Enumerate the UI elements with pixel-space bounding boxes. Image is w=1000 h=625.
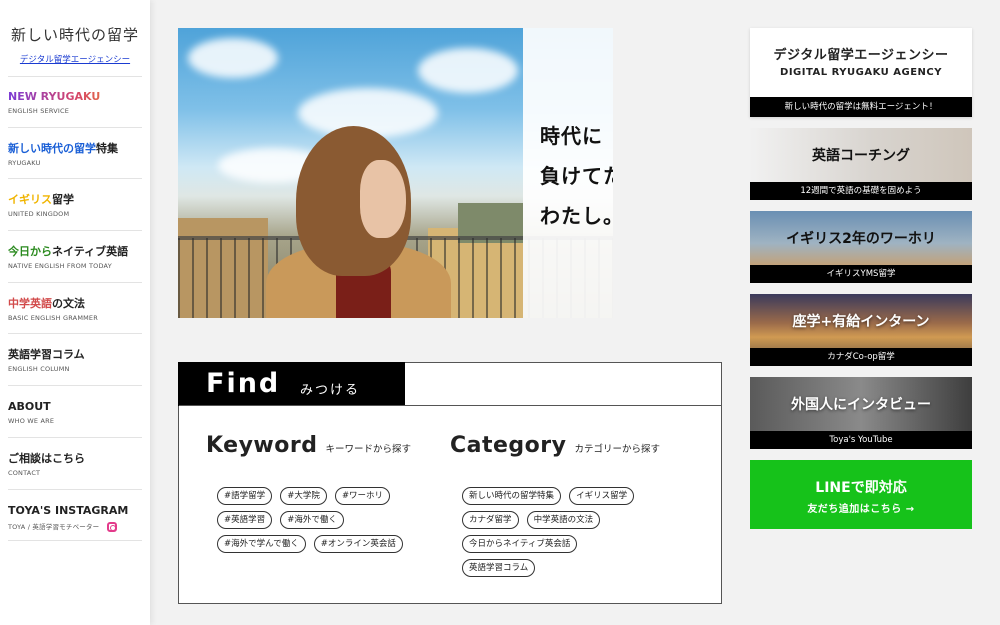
find-title: Find <box>206 368 281 399</box>
coop-banner[interactable]: 座学+有給インターン カナダCo-op留学 <box>750 294 972 366</box>
sidebar-item-uk[interactable]: イギリス留学 UNITED KINGDOM <box>8 179 142 232</box>
category-tag[interactable]: イギリス留学 <box>569 487 635 505</box>
sidebar-item-contact[interactable]: ご相談はこちら CONTACT <box>8 438 142 490</box>
sidebar-item-label: ご相談はこちら <box>8 451 85 465</box>
sidebar-item-about[interactable]: ABOUT WHO WE ARE <box>8 386 142 438</box>
sidebar-item-label: ABOUT <box>8 400 51 414</box>
keyword-tag[interactable]: #英語学習 <box>217 511 273 529</box>
category-tag[interactable]: 新しい時代の留学特集 <box>462 487 562 505</box>
sidebar-item-sub: ENGLISH SERVICE <box>8 107 70 115</box>
sidebar-item-label: 今日からネイティブ英語 <box>8 245 129 259</box>
keyword-tag[interactable]: #海外で学んで働く <box>217 535 306 553</box>
sidebar-item-sub: TOYA / 英語学習モチベーター <box>8 521 142 532</box>
keyword-tag[interactable]: #語学留学 <box>217 487 273 505</box>
sidebar-item-column[interactable]: 英語学習コラム ENGLISH COLUMN <box>8 334 142 387</box>
sidebar-item-sub: WHO WE ARE <box>8 417 55 426</box>
banner-caption: カナダCo-op留学 <box>750 348 972 366</box>
keyword-tag[interactable]: #大学院 <box>280 487 327 505</box>
line-button-sub: 友だち追加はこちら → <box>807 504 915 515</box>
keyword-tag[interactable]: #オンライン英会話 <box>313 535 403 553</box>
sidebar-item-label: イギリス留学 <box>8 193 74 207</box>
sidebar-item-sub: UNITED KINGDOM <box>8 210 70 219</box>
category-tag[interactable]: 英語学習コラム <box>462 559 536 577</box>
sidebar-item-label: 中学英語の文法 <box>8 296 85 310</box>
line-add-friend-button[interactable]: LINEで即対応 友だち追加はこちら → <box>750 460 972 529</box>
hero-person-face <box>360 160 406 238</box>
coaching-banner[interactable]: 英語コーチング 12週間で英語の基礎を固めよう <box>750 128 972 200</box>
right-column: デジタル留学エージェンシー DIGITAL RYUGAKU AGENCY 新しい… <box>750 28 972 529</box>
keyword-tag[interactable]: #ワーホリ <box>334 487 391 505</box>
divider <box>179 405 721 406</box>
find-section: Find みつける Keyword キーワードから探す #語学留学 #大学院 #ワ… <box>178 362 722 604</box>
sidebar-item-sub: BASIC ENGLISH GRAMMER <box>8 313 98 322</box>
sidebar-item-sub: ENGLISH COLUMN <box>8 365 70 374</box>
hero-banner[interactable]: 時代に 負けてたまるか わたし。 <box>178 28 613 318</box>
find-header: Find みつける <box>178 362 405 406</box>
sidebar-nav: NEW RYUGAKU ENGLISH SERVICE 新しい時代の留学特集 R… <box>8 76 142 542</box>
category-tag[interactable]: 中学英語の文法 <box>526 511 601 529</box>
keyword-tags: #語学留学 #大学院 #ワーホリ #英語学習 #海外で働く #海外で学んで働く … <box>217 483 406 555</box>
sidebar-item-instagram[interactable]: TOYA'S INSTAGRAM TOYA / 英語学習モチベーター <box>8 490 142 542</box>
sidebar-item-ryugaku[interactable]: 新しい時代の留学特集 RYUGAKU <box>8 128 142 180</box>
banner-title: イギリス2年のワーホリ <box>786 231 936 247</box>
sidebar-item-sub: RYUGAKU <box>8 158 41 167</box>
agency-banner[interactable]: デジタル留学エージェンシー DIGITAL RYUGAKU AGENCY 新しい… <box>750 28 972 117</box>
agency-title: デジタル留学エージェンシー <box>773 48 949 63</box>
banner-title: 英語コーチング <box>812 148 910 164</box>
hero-tagline: 時代に 負けてたまるか わたし。 <box>540 124 613 228</box>
line-button-title: LINEで即対応 <box>815 480 907 496</box>
banner-caption: イギリスYMS留学 <box>750 265 972 283</box>
find-subtitle: みつける <box>300 383 361 398</box>
hero-cloud <box>188 38 278 78</box>
category-tag[interactable]: カナダ留学 <box>462 511 519 529</box>
interview-banner[interactable]: 外国人にインタビュー Toya's YouTube <box>750 377 972 449</box>
sidebar-item-label: TOYA'S INSTAGRAM <box>8 503 129 517</box>
banner-caption: Toya's YouTube <box>750 431 972 449</box>
banner-caption: 12週間で英語の基礎を固めよう <box>750 182 972 200</box>
sidebar-item-label: 新しい時代の留学特集 <box>8 141 118 155</box>
agency-caption: 新しい時代の留学は無料エージェント！ <box>750 97 972 117</box>
category-tag[interactable]: 今日からネイティブ英会話 <box>462 535 578 553</box>
sidebar-item-native-english[interactable]: 今日からネイティブ英語 NATIVE ENGLISH FROM TODAY <box>8 231 142 283</box>
category-tags: 新しい時代の留学特集 イギリス留学 カナダ留学 中学英語の文法 今日からネイティ… <box>462 483 637 579</box>
sidebar-item-new-ryugaku[interactable]: NEW RYUGAKU ENGLISH SERVICE <box>8 76 142 128</box>
sidebar-item-sub: CONTACT <box>8 468 41 477</box>
instagram-icon[interactable] <box>107 521 118 532</box>
sidebar-item-label: 英語学習コラム <box>8 348 85 362</box>
sidebar-item-grammar[interactable]: 中学英語の文法 BASIC ENGLISH GRAMMER <box>8 283 142 335</box>
sidebar-item-label: NEW RYUGAKU <box>8 90 142 103</box>
category-heading: Category カテゴリーから探す <box>450 433 660 458</box>
sidebar-item-sub: NATIVE ENGLISH FROM TODAY <box>8 262 112 271</box>
banner-title: 座学+有給インターン <box>792 314 930 330</box>
hero-cloud <box>418 48 518 93</box>
agency-link[interactable]: デジタル留学エージェンシー <box>0 53 150 65</box>
working-holiday-banner[interactable]: イギリス2年のワーホリ イギリスYMS留学 <box>750 211 972 283</box>
keyword-tag[interactable]: #海外で働く <box>280 511 344 529</box>
banner-title: 外国人にインタビュー <box>791 397 931 413</box>
sidebar: 新しい時代の留学 デジタル留学エージェンシー NEW RYUGAKU ENGLI… <box>0 0 150 625</box>
agency-title-en: DIGITAL RYUGAKU AGENCY <box>780 67 942 78</box>
site-logo[interactable]: 新しい時代の留学 <box>0 24 150 45</box>
keyword-heading: Keyword キーワードから探す <box>206 433 411 458</box>
